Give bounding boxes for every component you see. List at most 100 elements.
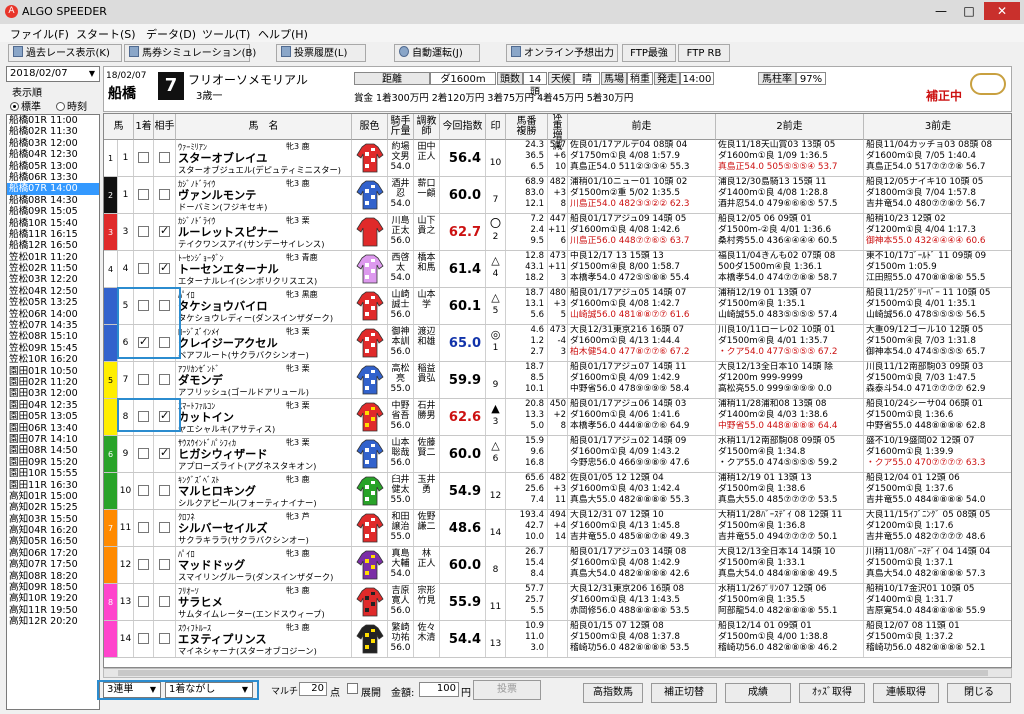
race-list-item[interactable]: 園田09R 15:20 bbox=[7, 457, 99, 468]
results-button[interactable]: 成績 bbox=[725, 683, 791, 703]
race-list-item[interactable]: 高知04R 16:20 bbox=[7, 525, 99, 536]
race-list-item[interactable]: 園田08R 14:50 bbox=[7, 445, 99, 456]
previous-race-1[interactable]: 佐良01/17アルデ04 08頭 04 ダ1750m①良 4/08 1:57.9 真… bbox=[568, 140, 716, 176]
previous-race-2[interactable]: 福良11/04きんも02 07頭 08 500ダ1500m④良 1:36.1 本橋孝… bbox=[716, 251, 864, 287]
previous-race-3[interactable]: 大重09/12ゴール10 12頭 05 ダ1500m④良 7/03 1:31.8 御… bbox=[864, 325, 1011, 361]
vote-button[interactable]: 投票 bbox=[473, 680, 541, 700]
previous-race-3[interactable]: 東不10/17ｺﾞｰﾙﾄﾞ 11 09頭 09 ダ1500m 1:05.9 江田照5… bbox=[864, 251, 1011, 287]
previous-race-2[interactable]: 浦稍12/19 01 13頭 13 ダ1500m②良 1:38.6 真島大55.0 … bbox=[716, 473, 864, 509]
race-list-item[interactable]: 園田06R 13:40 bbox=[7, 423, 99, 434]
partner-checkbox[interactable] bbox=[159, 152, 170, 163]
race-list-item[interactable]: 園田04R 12:35 bbox=[7, 400, 99, 411]
race-list-item[interactable]: 船橋06R 13:30 bbox=[7, 172, 99, 183]
previous-race-1[interactable]: 浦稍01/10ニュー01 10頭 02 ダ1500m②重 5/02 1:35.5 川… bbox=[568, 177, 716, 213]
race-list-item[interactable]: 笠松01R 11:20 bbox=[7, 252, 99, 263]
race-list-item[interactable]: 園田02R 11:20 bbox=[7, 377, 99, 388]
previous-race-3[interactable]: 川良11/12南部駒03 09頭 03 ダ1500m①良 7/03 1:47.5 森… bbox=[864, 362, 1011, 398]
race-list-item[interactable]: 笠松08R 15:10 bbox=[7, 331, 99, 342]
race-list-item[interactable]: 笠松02R 11:50 bbox=[7, 263, 99, 274]
partner-checkbox[interactable] bbox=[159, 633, 170, 644]
horse-row[interactable]: 10 ｷﾝｸﾞｽﾞﾍﾞｽﾄ 牝3 鹿マルヒロキング シルクアピール(フォーティナイナー… bbox=[104, 473, 1011, 510]
partner-checkbox[interactable] bbox=[159, 224, 170, 237]
first-place-checkbox[interactable] bbox=[138, 374, 149, 385]
horse-row[interactable]: 5 ﾊﾟｲﾛ 牝3 黒鹿 タケショウバイロ タケショウレディー(ダンスインザダーク) 山崎… bbox=[104, 288, 1011, 325]
partner-checkbox[interactable] bbox=[159, 337, 170, 348]
first-place-checkbox[interactable] bbox=[138, 633, 149, 644]
scroll-thumb[interactable] bbox=[118, 670, 988, 676]
order-standard-radio[interactable]: 標準 bbox=[10, 98, 41, 113]
partner-checkbox[interactable] bbox=[159, 596, 170, 607]
partner-checkbox[interactable] bbox=[159, 522, 170, 533]
race-list-item[interactable]: 船橋07R 14:00 bbox=[7, 183, 99, 195]
race-list-item[interactable]: 笠松06R 14:00 bbox=[7, 309, 99, 320]
horse-name-cell[interactable]: ｷﾝｸﾞｽﾞﾍﾞｽﾄ 牝3 鹿マルヒロキング シルクアピール(フォーティナイナー) bbox=[176, 473, 352, 509]
previous-race-1[interactable]: 船良01/17アジュ02 14頭 09 ダ1600m①良 4/09 1:43.2 今… bbox=[568, 436, 716, 472]
previous-race-1[interactable]: 船良01/15 07 12頭 08 ダ1500m①良 4/08 1:37.8 稽崎功… bbox=[568, 621, 716, 657]
race-list-item[interactable]: 船橋11R 16:15 bbox=[7, 229, 99, 240]
horse-name-cell[interactable]: ﾌﾘｵｰｿ 牝3 鹿サラヒメ サムタイムレーター(エンドスウィープ) bbox=[176, 584, 352, 620]
first-place-checkbox[interactable] bbox=[138, 152, 149, 163]
ftp-rb-button[interactable]: FTP RB bbox=[678, 44, 730, 62]
bet-type-select[interactable]: 3連単 ▼ bbox=[103, 682, 161, 698]
partner-checkbox[interactable] bbox=[159, 485, 170, 496]
race-list-item[interactable]: 船橋09R 15:05 bbox=[7, 206, 99, 217]
previous-race-2[interactable]: 水稍11/12南部駒08 09頭 05 ダ1500m④良 1:34.8 ・クア55.… bbox=[716, 436, 864, 472]
previous-race-2[interactable]: 大良12/13全日本14 14頭 10 ダ1500m④良 1:33.1 真島大54.… bbox=[716, 547, 864, 583]
previous-race-2[interactable]: 浦良12/30島騎13 15頭 11 ダ1400m①良 4/08 1:28.8 酒井… bbox=[716, 177, 864, 213]
race-list-item[interactable]: 船橋04R 12:30 bbox=[7, 149, 99, 160]
menu-help[interactable]: ヘルプ(H) bbox=[258, 26, 308, 42]
first-place-checkbox[interactable] bbox=[138, 263, 149, 274]
previous-race-2[interactable]: 浦稍11/28浦和08 13頭 08 ダ1400m②良 4/03 1:38.6 中野… bbox=[716, 399, 864, 435]
previous-race-1[interactable]: 船良01/17アジュ05 14頭 07 ダ1600m①良 4/08 1:42.7 山… bbox=[568, 288, 716, 324]
previous-race-3[interactable]: 船稍10/17金沢01 10頭 05 ダ1400m①良 1:31.7 吉原寛54.0… bbox=[864, 584, 1011, 620]
race-list-item[interactable]: 笠松05R 13:25 bbox=[7, 297, 99, 308]
horse-name-cell[interactable]: ｱﾌﾘｶﾝｾﾞﾝﾄﾞ 牝3 栗ダモンデ アフリッシュ(ゴールドアリュール) bbox=[176, 362, 352, 398]
race-list-item[interactable]: 園田11R 16:30 bbox=[7, 480, 99, 491]
race-list-item[interactable]: 船橋01R 11:00 bbox=[7, 115, 99, 126]
ftp-saikyo-button[interactable]: FTP最強 bbox=[622, 44, 676, 62]
previous-race-2[interactable]: 水稍11/26ﾌﾟﾘﾝ07 12頭 06 ダ1500m④良 1:35.5 阿部龍54… bbox=[716, 584, 864, 620]
race-list-item[interactable]: 船橋08R 14:30 bbox=[7, 195, 99, 206]
previous-race-3[interactable]: 盛不10/19盛岡02 12頭 07 ダ1600m①良 1:39.9 ・クア55.0… bbox=[864, 436, 1011, 472]
maximize-button[interactable]: □ bbox=[956, 2, 982, 20]
horse-name-cell[interactable]: ｻｳｽｳｲﾝﾄﾞﾊﾟｼﾌｨｶ 牝3 栗ヒガシウィザード アプローズライト(アグネスタ… bbox=[176, 436, 352, 472]
race-list-item[interactable]: 船橋02R 11:30 bbox=[7, 126, 99, 137]
race-list-item[interactable]: 高知11R 19:50 bbox=[7, 605, 99, 616]
previous-race-1[interactable]: 大良12/31東京206 16頭 08 ダ1600m①良 4/13 1:43.5 赤… bbox=[568, 584, 716, 620]
previous-race-2[interactable]: 川良10/11ローレ02 10頭 01 ダ1500m④良 4/01 1:35.7 ・… bbox=[716, 325, 864, 361]
horse-name-cell[interactable]: ｸﾛﾌﾈ 牝3 芦シルバーセイルズ サクラキララ(サクラバクシンオー) bbox=[176, 510, 352, 546]
odds-fetch-button[interactable]: ｵｯｽﾞ取得 bbox=[799, 683, 865, 703]
previous-race-3[interactable]: 船良12/05ナイキ10 10頭 05 ダ1800m③良 7/04 1:57.8 吉… bbox=[864, 177, 1011, 213]
first-place-checkbox[interactable] bbox=[138, 335, 149, 348]
previous-race-3[interactable]: 船良10/24シーサ04 06頭 01 ダ1500m①良 1:36.6 中野省55.… bbox=[864, 399, 1011, 435]
horse-row[interactable]: 5 7 ｱﾌﾘｶﾝｾﾞﾝﾄﾞ 牝3 栗ダモンデ アフリッシュ(ゴールドアリュール) 高松亮… bbox=[104, 362, 1011, 399]
horse-row[interactable]: 8 ｽﾏｰﾄﾌｧﾙｺﾝ牝3 栗カットインヤエシャルキ(アサティス) 中野省吾56.0… bbox=[104, 399, 1011, 436]
close-button[interactable]: 閉じる bbox=[947, 683, 1011, 703]
vote-history-button[interactable]: 投票履歴(L) bbox=[276, 44, 366, 62]
partner-checkbox[interactable] bbox=[159, 300, 170, 311]
previous-race-2[interactable]: 船良12/05 06 09頭 01 ダ1500m-②良 4/01 1:36.6 桑村… bbox=[716, 214, 864, 250]
horse-name-cell[interactable]: ｶｼﾞﾉﾄﾞﾗｲｳ 牝3 栗ルーレットスピナー テイクワンスアイ(サンデーサイレンス… bbox=[176, 214, 352, 250]
race-list-item[interactable]: 高知03R 15:50 bbox=[7, 514, 99, 525]
race-list-item[interactable]: 園田05R 13:05 bbox=[7, 411, 99, 422]
horse-row[interactable]: 12 ﾊﾟｲﾛ 牝3 鹿マッドドッグ スマイリングルーラ(ダンスインザダーク) 真島 大輔… bbox=[104, 547, 1011, 584]
previous-race-2[interactable]: 佐良11/18天山賞03 13頭 05 ダ1600m①良 1/09 1:36.5 真… bbox=[716, 140, 864, 176]
race-list-item[interactable]: 船橋05R 13:00 bbox=[7, 161, 99, 172]
partner-checkbox[interactable] bbox=[159, 446, 170, 459]
auto-drive-button[interactable]: 自動運転(J) bbox=[394, 44, 480, 62]
previous-race-1[interactable]: 船良01/17アジュ07 14頭 11 ダ1600m①良 4/09 1:42.9 中… bbox=[568, 362, 716, 398]
race-list-item[interactable]: 高知09R 18:50 bbox=[7, 582, 99, 593]
race-list-item[interactable]: 園田07R 14:10 bbox=[7, 434, 99, 445]
race-list-item[interactable]: 笠松10R 16:20 bbox=[7, 354, 99, 365]
race-list-item[interactable]: 園田01R 10:50 bbox=[7, 366, 99, 377]
previous-race-3[interactable]: 船良11/04カッチョ03 08頭 08 ダ1600m①良 7/05 1:40.4… bbox=[864, 140, 1011, 176]
first-place-checkbox[interactable] bbox=[138, 596, 149, 607]
first-place-checkbox[interactable] bbox=[138, 300, 149, 311]
previous-race-1[interactable]: 大良12/31 07 12頭 10 ダ1600m①良 4/13 1:45.8 吉井竜… bbox=[568, 510, 716, 546]
race-list-item[interactable]: 船橋10R 15:40 bbox=[7, 218, 99, 229]
race-list-item[interactable]: 高知01R 15:00 bbox=[7, 491, 99, 502]
previous-race-1[interactable]: 大良12/31東京216 16頭 07 ダ1600m①良 4/13 1:44.4 柏… bbox=[568, 325, 716, 361]
partner-checkbox[interactable] bbox=[159, 409, 170, 422]
partner-checkbox[interactable] bbox=[159, 261, 170, 274]
previous-race-2[interactable]: 浦稍12/19 01 13頭 07 ダ1500m④良 1:35.1 山崎誠55.0 … bbox=[716, 288, 864, 324]
